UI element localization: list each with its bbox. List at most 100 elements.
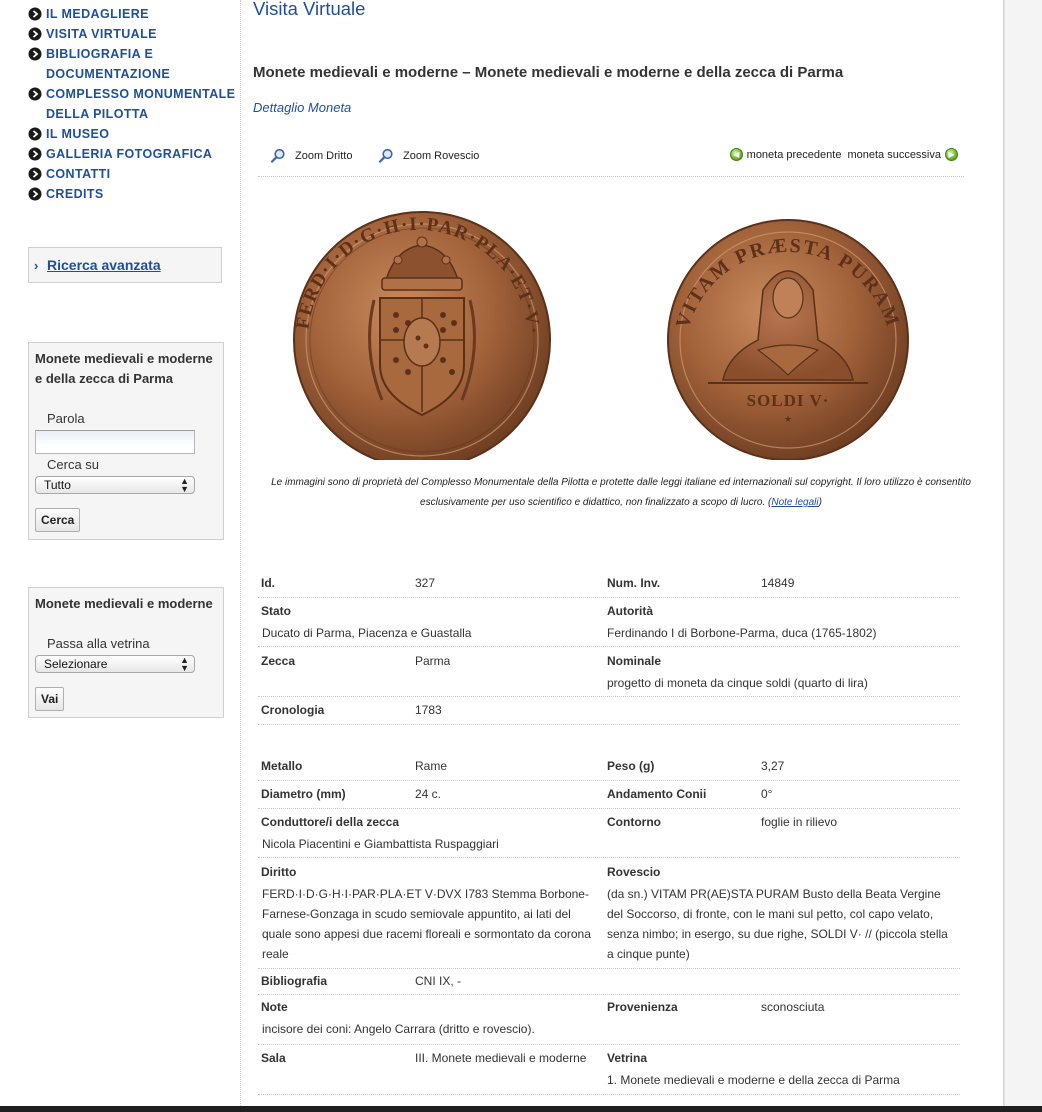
detail-row: Diritto FERD·I·D·G·H·I·PAR·PLA·ET V·DVX … [258, 858, 960, 969]
cronologia-label: Cronologia [261, 703, 325, 717]
select-arrows-icon: ▲ ▼ [180, 476, 189, 494]
nav-item-contatti[interactable]: CONTATTI [28, 164, 238, 184]
detail-row: Diametro (mm) 24 c. Andamento Conii 0° [258, 781, 960, 809]
search-on-select[interactable]: Tutto ▲ ▼ [35, 476, 195, 494]
zoom-back-button[interactable]: Zoom Rovescio [378, 148, 479, 164]
inv-value: 14849 [761, 576, 795, 590]
nav-item-complesso[interactable]: COMPLESSO MONUMENTALE DELLA PILOTTA [28, 84, 238, 124]
stato-value: Ducato di Parma, Piacenza e Guastalla [262, 626, 472, 640]
nav-item-museo[interactable]: IL MUSEO [28, 124, 238, 144]
diametro-value: 24 c. [415, 787, 442, 801]
vetrina-panel: Monete medievali e moderne Passa alla ve… [28, 587, 224, 718]
nav-item-label: VISITA VIRTUALE [46, 27, 157, 41]
sala-label: Sala [261, 1051, 286, 1065]
nav-item-bibliografia[interactable]: BIBLIOGRAFIA E DOCUMENTAZIONE [28, 44, 238, 84]
detail-row: Note incisore dei coni: Angelo Carrara (… [258, 995, 960, 1045]
andamento-value: 0° [761, 787, 773, 801]
rovescio-label: Rovescio [607, 865, 661, 879]
site-title: Visita Virtuale [253, 0, 366, 19]
contorno-value: foglie in rilievo [761, 815, 838, 829]
advanced-search-box: › Ricerca avanzata [28, 247, 222, 283]
metallo-label: Metallo [261, 759, 303, 773]
conduttore-value: Nicola Piacentini e Giambattista Ruspagg… [262, 837, 499, 851]
bibliografia-value: CNI IX, - [415, 974, 462, 988]
andamento-label: Andamento Conii [607, 787, 707, 801]
nav-item-label: BIBLIOGRAFIA E DOCUMENTAZIONE [46, 47, 171, 81]
advanced-search-link[interactable]: Ricerca avanzata [47, 257, 161, 273]
zoom-front-button[interactable]: Zoom Dritto [270, 148, 352, 164]
nav-item-galleria[interactable]: GALLERIA FOTOGRAFICA [28, 144, 238, 164]
conduttore-label: Conduttore/i della zecca [261, 815, 400, 829]
zoom-front-label: Zoom Dritto [295, 150, 353, 162]
nominale-value: progetto di moneta da cinque soldi (quar… [607, 676, 868, 690]
detail-row: Sala III. Monete medievali e moderne Vet… [258, 1045, 960, 1095]
detail-row: Zecca Parma Nominale progetto di moneta … [258, 647, 960, 697]
arrow-circle-icon [28, 187, 42, 201]
page-title: Monete medievali e moderne – Monete medi… [253, 64, 844, 81]
next-coin-link[interactable]: moneta successiva [847, 149, 941, 161]
star-icon: ★ [784, 414, 792, 424]
note-label: Note [261, 1000, 288, 1014]
rovescio-value: (da sn.) VITAM PR(AE)STA PURAM Busto del… [607, 887, 948, 961]
nav-item-label: IL MUSEO [46, 127, 110, 141]
search-on-label: Cerca su [47, 457, 100, 472]
sala-value: III. Monete medievali e moderne [415, 1051, 587, 1065]
magnifier-icon [270, 148, 285, 163]
arrow-circle-icon [28, 87, 42, 101]
go-button[interactable]: Vai [35, 687, 65, 711]
magnifier-icon [378, 148, 393, 163]
select-arrows-icon: ▲ ▼ [180, 655, 189, 673]
arrow-left-icon[interactable]: ◀ [729, 148, 743, 161]
diametro-label: Diametro (mm) [261, 787, 346, 801]
detail-row: Conduttore/i della zecca Nicola Piacenti… [258, 809, 960, 858]
detail-row: Metallo Rame Peso (g) 3,27 [258, 753, 960, 781]
word-input[interactable] [35, 430, 195, 454]
nav-item-medagliere[interactable]: IL MEDAGLIERE [28, 4, 238, 24]
search-panel: Monete medievali e moderne e della zecca… [28, 342, 224, 540]
cronologia-value: 1783 [415, 703, 442, 717]
copyright-caption: Le immagini sono di proprietà del Comple… [264, 473, 978, 513]
autorita-label: Autorità [607, 604, 653, 618]
arrow-circle-icon [28, 147, 42, 161]
sidebar-nav: IL MEDAGLIERE VISITA VIRTUALE BIBLIOGRAF… [28, 4, 238, 204]
search-button[interactable]: Cerca [35, 508, 81, 532]
vetrina-value: 1. Monete medievali e moderne e della ze… [607, 1073, 900, 1087]
zecca-value: Parma [415, 654, 451, 668]
coin-reverse-image[interactable]: VITAM PRÆSTA PURAM SOLDI V· ★ [667, 219, 909, 460]
arrow-circle-icon [28, 47, 42, 61]
search-on-value: Tutto [44, 478, 71, 492]
sidebar-divider [240, 0, 241, 1106]
vetrina-label: Vetrina [607, 1051, 648, 1065]
chevron-right-icon: › [34, 258, 39, 273]
coin-obverse-image[interactable]: FERD·I·D·G·H·I·PAR·PLA·ET·V·DVX·I7 [258, 190, 551, 460]
legal-notes-link[interactable]: Note legali [771, 497, 818, 508]
page-subtitle: Dettaglio Moneta [253, 100, 352, 115]
stato-label: Stato [261, 604, 291, 618]
vetrina-panel-title: Monete medievali e moderne [35, 596, 213, 611]
previous-coin-link[interactable]: moneta precedente [747, 149, 842, 161]
coin-details: Id. 327 Num. Inv. 14849 Stato Ducato di … [258, 571, 960, 1095]
arrow-right-icon[interactable]: ▶ [945, 148, 958, 161]
detail-row: Cronologia 1783 [258, 697, 960, 725]
vetrina-select[interactable]: Selezionare ▲ ▼ [35, 655, 195, 673]
detail-row: Stato Ducato di Parma, Piacenza e Guasta… [258, 598, 960, 647]
coin-images: FERD·I·D·G·H·I·PAR·PLA·ET·V·DVX·I7 [258, 190, 909, 460]
nav-item-label: GALLERIA FOTOGRAFICA [46, 147, 213, 161]
diritto-label: Diritto [261, 865, 297, 879]
provenienza-value: sconosciuta [761, 1000, 825, 1014]
caption-end: ) [818, 497, 822, 508]
id-label: Id. [261, 576, 275, 590]
nav-item-label: CREDITS [46, 187, 104, 201]
reverse-exergue: SOLDI V· [747, 391, 830, 410]
peso-value: 3,27 [761, 759, 785, 773]
word-label: Parola [47, 411, 85, 426]
inv-label: Num. Inv. [607, 576, 661, 590]
arrow-circle-icon [28, 167, 42, 181]
autorita-value: Ferdinando I di Borbone-Parma, duca (176… [607, 626, 877, 640]
arrow-circle-icon [28, 127, 42, 141]
arrow-circle-icon [28, 7, 42, 21]
nav-item-credits[interactable]: CREDITS [28, 184, 238, 204]
nav-item-visita-virtuale[interactable]: VISITA VIRTUALE [28, 24, 238, 44]
bottom-bar [0, 1106, 1042, 1112]
